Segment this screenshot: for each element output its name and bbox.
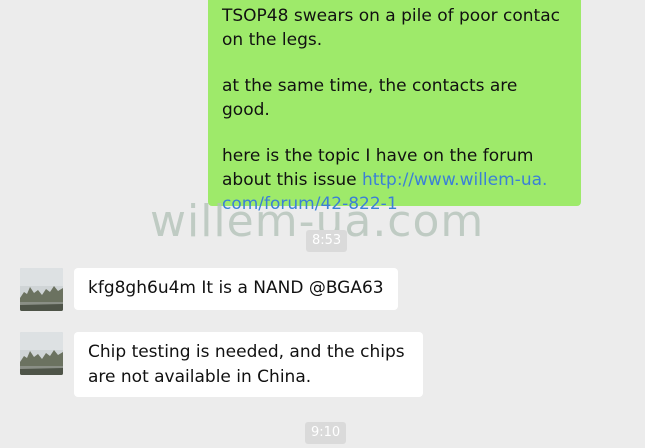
outgoing-text-line: about this issue xyxy=(222,170,362,190)
outgoing-text-line: here is the topic I have on the forum xyxy=(222,146,534,166)
outgoing-message-paragraph-1: TSOP48 swears on a pile of poor contac o… xyxy=(222,4,567,52)
outgoing-message-paragraph-2: at the same time, the contacts are good. xyxy=(222,76,518,120)
incoming-text-line: are not available in China. xyxy=(88,367,312,387)
outgoing-text-line: on the legs. xyxy=(222,30,323,50)
outgoing-message-bubble[interactable]: TSOP48 swears on a pile of poor contac o… xyxy=(208,0,581,214)
incoming-message-text: kfg8gh6u4m It is a NAND @BGA63 xyxy=(88,278,384,298)
avatar[interactable] xyxy=(20,332,63,375)
timestamp: 9:10 xyxy=(305,422,347,444)
forum-link[interactable]: http://www.willem-ua. xyxy=(362,170,547,190)
timestamp: 8:53 xyxy=(306,230,348,252)
outgoing-text-line: TSOP48 swears on a pile of poor contac xyxy=(222,6,560,26)
landscape-photo-icon xyxy=(20,332,63,375)
incoming-message-bubble[interactable]: Chip testing is needed, and the chips ar… xyxy=(74,332,423,397)
landscape-photo-icon xyxy=(20,268,63,311)
avatar[interactable] xyxy=(20,268,63,311)
incoming-text-line: Chip testing is needed, and the chips xyxy=(88,342,405,362)
incoming-message-bubble[interactable]: kfg8gh6u4m It is a NAND @BGA63 xyxy=(74,268,398,310)
